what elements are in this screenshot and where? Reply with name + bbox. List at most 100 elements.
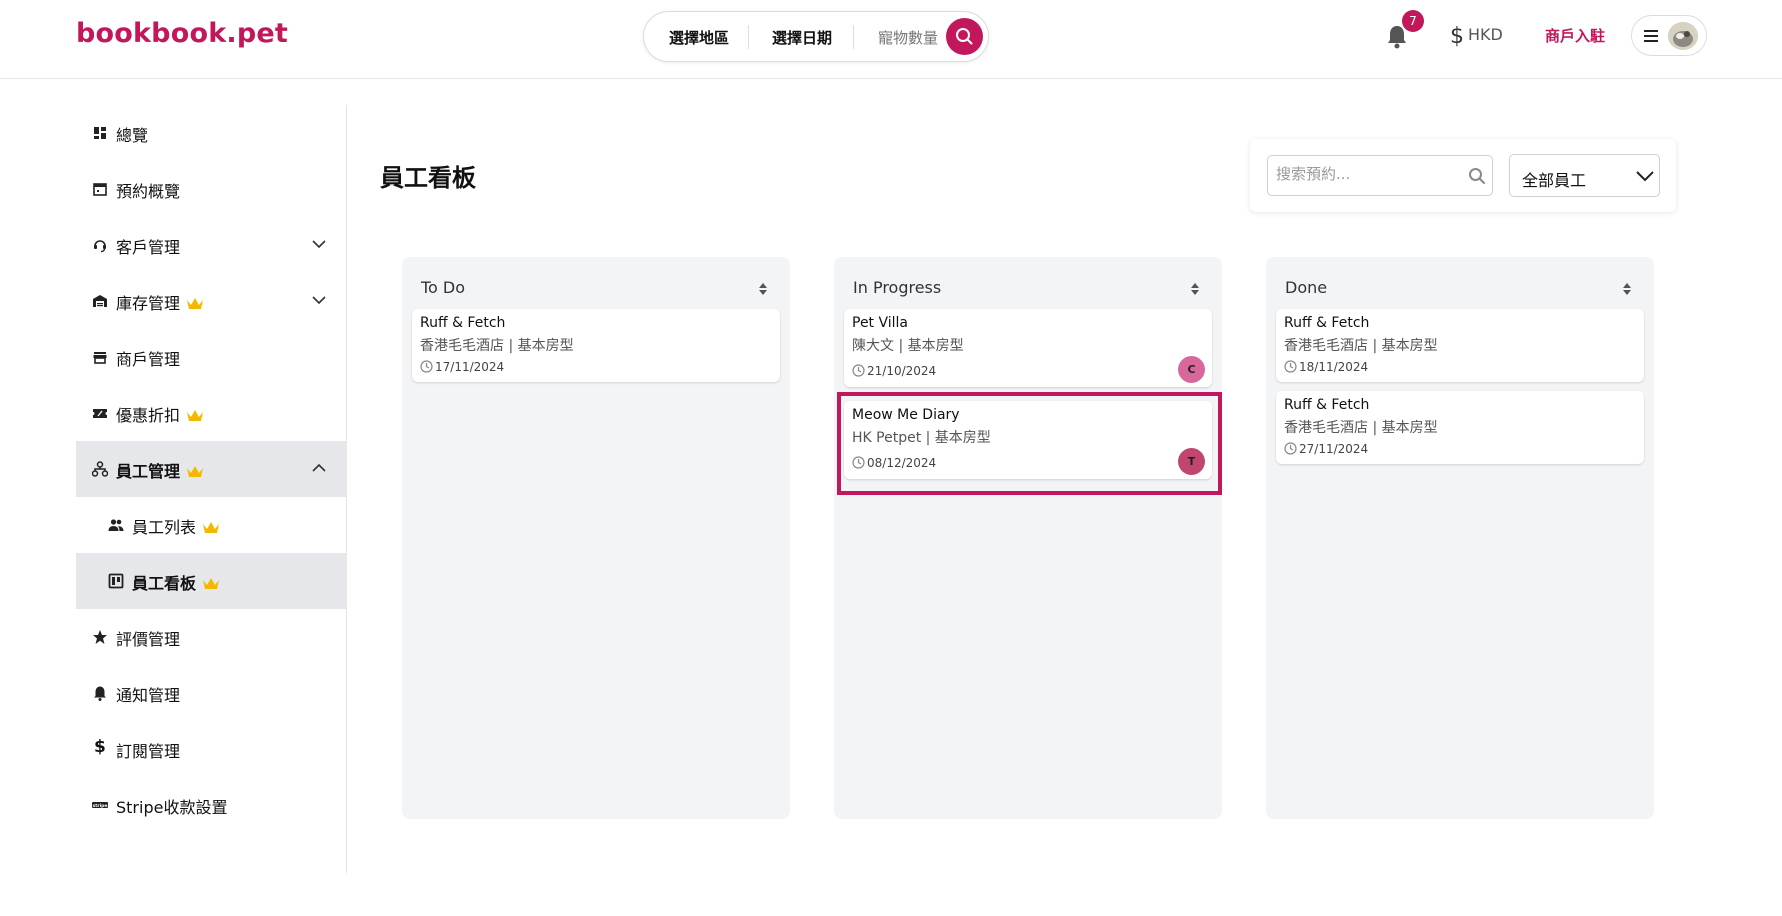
sidebar-item-staff-list[interactable]: 員工列表 xyxy=(76,497,347,553)
ticket-icon xyxy=(93,409,107,418)
card-details: 香港毛毛酒店 | 基本房型 xyxy=(1284,420,1438,436)
bell-icon xyxy=(94,686,106,701)
search-icon xyxy=(956,28,973,45)
sidebar-item-reviews[interactable]: 評價管理 xyxy=(76,609,347,665)
headset-icon xyxy=(94,240,106,253)
sort-icon[interactable] xyxy=(1190,282,1200,296)
crown-icon xyxy=(187,298,204,309)
selection-highlight xyxy=(837,392,1222,495)
booking-search xyxy=(1267,155,1493,196)
sidebar-item-label: Stripe收款設置 xyxy=(116,798,228,817)
sidebar-item-staff[interactable]: 員工管理 xyxy=(76,441,347,497)
card-date-text: 21/10/2024 xyxy=(867,364,937,378)
column-title: Done xyxy=(1285,278,1328,297)
sidebar-item-label: 總覽 xyxy=(116,126,149,145)
filter-panel: 全部員工 xyxy=(1250,139,1676,212)
sidebar-item-booking-overview[interactable]: 預約概覽 xyxy=(76,161,347,217)
avatar xyxy=(1668,22,1698,50)
sidebar-item-label: 員工看板 xyxy=(132,570,220,594)
sidebar-item-inventory[interactable]: 庫存管理 xyxy=(76,273,347,329)
sidebar-item-notifications[interactable]: 通知管理 xyxy=(76,665,347,721)
clock-icon xyxy=(1284,442,1297,455)
dashboard-icon xyxy=(94,127,106,139)
card-details: 香港毛毛酒店 | 基本房型 xyxy=(420,338,574,354)
card-date-text: 27/11/2024 xyxy=(1299,442,1369,456)
org-chart-icon xyxy=(92,461,108,477)
date-selector[interactable]: 選擇日期 xyxy=(772,27,832,48)
sidebar-item-label: 訂閱管理 xyxy=(116,742,181,761)
card-merchant: Ruff & Fetch xyxy=(1284,315,1370,331)
currency-selector[interactable]: $ HKD xyxy=(1450,24,1503,49)
chevron-up-icon xyxy=(312,463,326,472)
search-icon[interactable] xyxy=(1468,167,1486,185)
region-selector[interactable]: 選擇地區 xyxy=(669,27,729,48)
sidebar-item-label: 商戶管理 xyxy=(116,350,181,369)
sidebar-item-label: 員工管理 xyxy=(116,458,204,482)
chevron-down-icon xyxy=(1636,171,1654,182)
calendar-icon xyxy=(93,183,107,196)
warehouse-icon xyxy=(93,295,107,307)
booking-card[interactable]: Ruff & Fetch 香港毛毛酒店 | 基本房型 17/11/2024 xyxy=(412,309,780,382)
card-date-text: 18/11/2024 xyxy=(1299,360,1369,374)
label-text: 庫存管理 xyxy=(116,294,181,313)
sidebar-item-label: 通知管理 xyxy=(116,686,181,705)
label-text: 員工管理 xyxy=(116,462,181,481)
booking-search-input[interactable] xyxy=(1276,165,1456,183)
card-details: 香港毛毛酒店 | 基本房型 xyxy=(1284,338,1438,354)
user-menu-button[interactable] xyxy=(1631,15,1707,56)
card-merchant: Pet Villa xyxy=(852,315,909,331)
clock-icon xyxy=(1284,360,1297,373)
crown-icon xyxy=(187,466,204,477)
label-text: 員工列表 xyxy=(132,518,197,537)
notification-badge: 7 xyxy=(1402,10,1424,32)
chevron-down-icon xyxy=(312,240,326,249)
sidebar-item-label: 優惠折扣 xyxy=(116,402,204,426)
booking-card[interactable]: Ruff & Fetch 香港毛毛酒店 | 基本房型 18/11/2024 xyxy=(1276,309,1644,382)
dollar-icon: $ xyxy=(1450,24,1464,49)
staff-filter-value: 全部員工 xyxy=(1522,171,1587,190)
currency-label: HKD xyxy=(1468,25,1503,44)
card-merchant: Ruff & Fetch xyxy=(420,315,506,331)
clock-icon xyxy=(852,364,865,377)
svg-text:stripe: stripe xyxy=(93,803,108,809)
sidebar-item-discounts[interactable]: 優惠折扣 xyxy=(76,385,347,441)
stripe-icon: stripe xyxy=(92,802,108,809)
label-text: 員工看板 xyxy=(132,574,197,593)
sidebar-item-merchants[interactable]: 商戶管理 xyxy=(76,329,347,385)
sidebar-item-staff-board[interactable]: 員工看板 xyxy=(76,553,347,609)
logo[interactable]: bookbook.pet xyxy=(76,18,288,49)
column-title: To Do xyxy=(421,278,466,297)
clock-icon xyxy=(420,360,433,373)
sidebar-item-subscriptions[interactable]: $ 訂閱管理 xyxy=(76,721,347,777)
sidebar-item-customers[interactable]: 客戶管理 xyxy=(76,217,347,273)
sidebar-item-label: 客戶管理 xyxy=(116,238,181,257)
card-date-text: 17/11/2024 xyxy=(435,360,505,374)
sort-icon[interactable] xyxy=(758,282,768,296)
top-header: bookbook.pet 選擇地區 選擇日期 寵物數量 7 $ HKD 商戶入駐 xyxy=(0,0,1782,79)
pet-count-selector[interactable]: 寵物數量 xyxy=(878,27,938,48)
sort-icon[interactable] xyxy=(1622,282,1632,296)
card-date: 27/11/2024 xyxy=(1284,442,1368,456)
page-title: 員工看板 xyxy=(380,164,476,192)
assignee-avatar[interactable]: C xyxy=(1178,356,1205,383)
search-button[interactable] xyxy=(946,18,983,55)
dollar-icon: $ xyxy=(94,737,106,757)
staff-filter-select[interactable]: 全部員工 xyxy=(1509,154,1660,197)
people-icon xyxy=(108,519,124,531)
sidebar-item-label: 員工列表 xyxy=(132,514,220,538)
sidebar-item-label: 評價管理 xyxy=(116,630,181,649)
sidebar: 總覽 預約概覽 客戶管理 庫存管理 商戶管理 優惠折扣 員工管理 員工列表 員工… xyxy=(76,105,347,873)
sidebar-item-label: 庫存管理 xyxy=(116,290,204,314)
card-details: 陳大文 | 基本房型 xyxy=(852,338,964,354)
sidebar-item-stripe[interactable]: stripe Stripe收款設置 xyxy=(76,777,347,833)
star-icon xyxy=(93,630,107,644)
column-title: In Progress xyxy=(853,278,942,297)
booking-card[interactable]: Pet Villa 陳大文 | 基本房型 21/10/2024 C xyxy=(844,309,1212,387)
merchant-signup-link[interactable]: 商戶入駐 xyxy=(1545,25,1605,46)
divider xyxy=(853,25,854,49)
chevron-down-icon xyxy=(312,296,326,305)
kanban-icon xyxy=(108,573,124,589)
card-date: 18/11/2024 xyxy=(1284,360,1368,374)
booking-card[interactable]: Ruff & Fetch 香港毛毛酒店 | 基本房型 27/11/2024 xyxy=(1276,391,1644,464)
sidebar-item-overview[interactable]: 總覽 xyxy=(76,105,347,161)
